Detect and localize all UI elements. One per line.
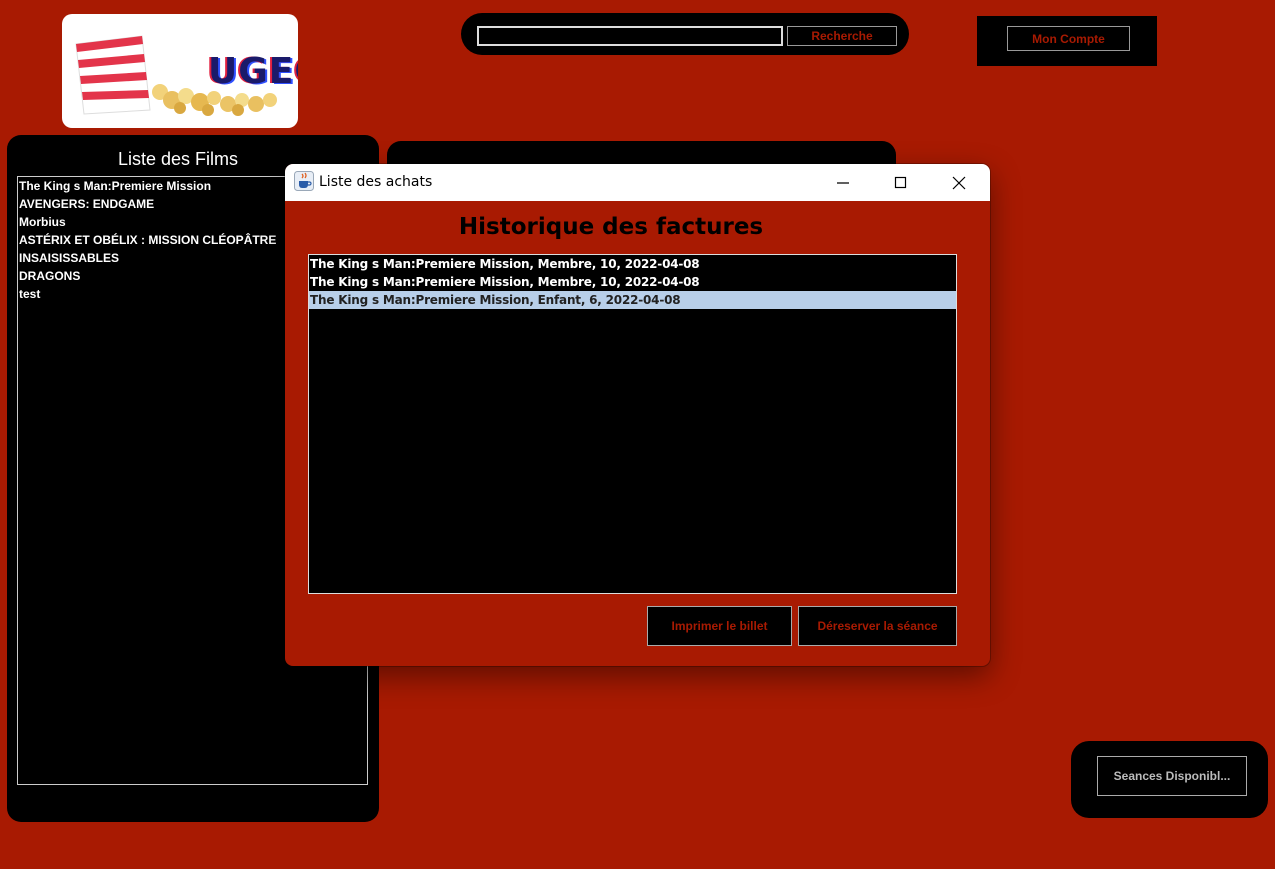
seances-available-button[interactable]: Seances Disponibl... <box>1097 756 1247 796</box>
seances-panel: Seances Disponibl... <box>1071 741 1268 818</box>
minimize-icon <box>837 182 849 184</box>
close-button[interactable] <box>936 164 982 201</box>
my-account-button[interactable]: Mon Compte <box>1007 26 1130 51</box>
search-input[interactable] <box>477 26 783 46</box>
java-cup-icon <box>294 171 314 191</box>
invoice-row[interactable]: The King s Man:Premiere Mission, Membre,… <box>309 255 956 273</box>
minimize-button[interactable] <box>820 164 866 201</box>
dialog-title: Liste des achats <box>319 174 433 190</box>
maximize-icon <box>894 176 907 189</box>
search-bar: Recherche <box>461 13 909 55</box>
maximize-button[interactable] <box>878 164 924 201</box>
invoice-row-selected[interactable]: The King s Man:Premiere Mission, Enfant,… <box>309 291 956 309</box>
invoice-history-heading: Historique des factures <box>458 214 764 240</box>
search-button[interactable]: Recherche <box>787 26 897 46</box>
purchases-dialog: Liste des achats Historique des factures… <box>285 164 990 666</box>
print-ticket-button[interactable]: Imprimer le billet <box>647 606 792 646</box>
invoice-list[interactable]: The King s Man:Premiere Mission, Membre,… <box>308 254 957 594</box>
invoice-row[interactable]: The King s Man:Premiere Mission, Membre,… <box>309 273 956 291</box>
logo-text: UGECE <box>208 51 298 92</box>
account-panel: Mon Compte <box>977 16 1157 66</box>
close-icon <box>952 176 966 190</box>
ugece-logo: UGECE <box>62 14 298 128</box>
dialog-titlebar[interactable]: Liste des achats <box>285 164 990 201</box>
unreserve-session-button[interactable]: Déreserver la séance <box>798 606 957 646</box>
